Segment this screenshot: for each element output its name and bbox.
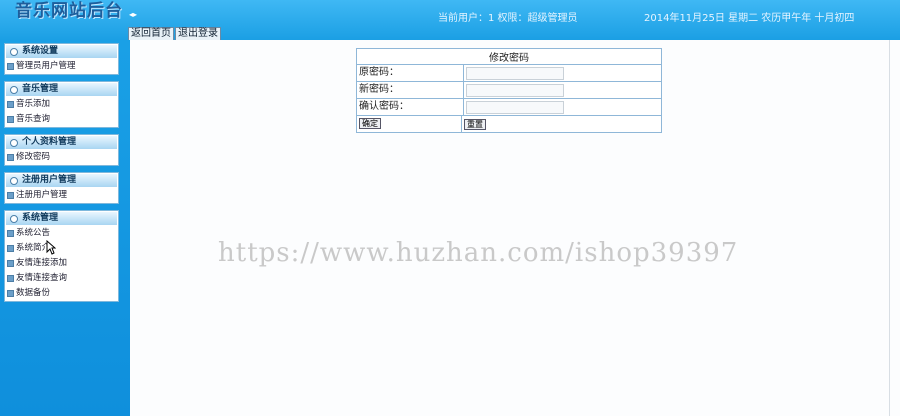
- sidebar-section-music: 音乐管理 音乐添加 音乐查询: [4, 81, 119, 128]
- circle-icon: [10, 138, 18, 147]
- submit-button[interactable]: 确定: [359, 118, 381, 129]
- sidebar-item-label: 音乐查询: [16, 114, 51, 124]
- date-info: 2014年11月25日 星期二 农历甲午年 十月初四: [644, 13, 855, 24]
- new-password-label: 新密码：: [357, 82, 464, 98]
- confirm-password-row: 确认密码：: [357, 98, 661, 115]
- sidebar-item-label: 修改密码: [16, 152, 51, 162]
- sidebar-section-header[interactable]: 个人资料管理: [6, 136, 117, 149]
- confirm-password-label: 确认密码：: [357, 99, 464, 115]
- sidebar-section-header[interactable]: 音乐管理: [6, 83, 117, 96]
- circle-icon: [10, 47, 18, 56]
- logout-button[interactable]: 退出登录: [175, 27, 221, 41]
- top-nav: 返回首页 退出登录: [128, 27, 222, 41]
- bullet-icon: [7, 192, 14, 199]
- circle-icon: [10, 214, 18, 223]
- sidebar-item-label: 系统简介: [16, 243, 51, 253]
- mouse-cursor-icon: [46, 240, 56, 255]
- bullet-icon: [7, 260, 14, 267]
- sidebar-item-label: 数据备份: [16, 288, 51, 298]
- sidebar-item-data-backup[interactable]: 数据备份: [5, 286, 118, 301]
- sidebar-item-label: 系统公告: [16, 228, 51, 238]
- sidebar-item-label: 音乐添加: [16, 99, 51, 109]
- collapse-toggle-icon[interactable]: ◂▸: [129, 10, 137, 19]
- sidebar-section-system-settings: 系统设置 管理员用户管理: [4, 43, 119, 75]
- sidebar-item-music-add[interactable]: 音乐添加: [5, 97, 118, 112]
- old-password-input[interactable]: [466, 66, 564, 80]
- bullet-icon: [7, 154, 14, 161]
- sidebar: 系统设置 管理员用户管理 音乐管理 音乐添加 音乐查询 个人资料管理 修改密码: [0, 40, 130, 416]
- current-user-info: 当前用户：1 权限：超级管理员: [438, 13, 578, 24]
- sidebar-item-label: 注册用户管理: [16, 190, 68, 200]
- bullet-icon: [7, 116, 14, 123]
- old-password-row: 原密码：: [357, 64, 661, 81]
- site-logo: 音乐网站后台: [15, 1, 123, 21]
- sidebar-section-header[interactable]: 系统设置: [6, 45, 117, 58]
- reset-button[interactable]: 重置: [464, 118, 486, 130]
- change-password-form: 修改密码 原密码： 新密码： 确认密码： 确定 重置: [356, 48, 662, 133]
- bullet-icon: [7, 230, 14, 237]
- section-title: 系统设置: [22, 46, 59, 56]
- sidebar-item-music-query[interactable]: 音乐查询: [5, 112, 118, 127]
- bullet-icon: [7, 290, 14, 297]
- main-content: 修改密码 原密码： 新密码： 确认密码： 确定 重置 https://www.h…: [130, 40, 900, 416]
- home-button[interactable]: 返回首页: [128, 27, 174, 41]
- circle-icon: [10, 85, 18, 94]
- new-password-input[interactable]: [466, 83, 564, 97]
- section-title: 个人资料管理: [22, 137, 77, 147]
- sidebar-item-announcement[interactable]: 系统公告: [5, 226, 118, 241]
- bullet-icon: [7, 63, 14, 70]
- old-password-label: 原密码：: [357, 65, 464, 81]
- top-header: 音乐网站后台 ◂▸ 返回首页 退出登录 当前用户：1 权限：超级管理员 2014…: [0, 0, 900, 41]
- new-password-row: 新密码：: [357, 81, 661, 98]
- section-title: 系统管理: [22, 213, 59, 223]
- sidebar-item-admin-users[interactable]: 管理员用户管理: [5, 59, 118, 74]
- section-title: 音乐管理: [22, 84, 59, 94]
- bullet-icon: [7, 275, 14, 282]
- sidebar-section-header[interactable]: 注册用户管理: [6, 174, 117, 187]
- sidebar-section-profile: 个人资料管理 修改密码: [4, 134, 119, 166]
- form-title: 修改密码: [489, 53, 529, 64]
- sidebar-section-system-admin: 系统管理 系统公告 系统简介 友情连接添加 友情连接查询 数据备份: [4, 210, 119, 302]
- section-title: 注册用户管理: [22, 175, 77, 185]
- bullet-icon: [7, 101, 14, 108]
- sidebar-section-registered-users: 注册用户管理 注册用户管理: [4, 172, 119, 204]
- watermark-text: https://www.huzhan.com/ishop39397: [218, 238, 739, 268]
- confirm-password-input[interactable]: [466, 100, 564, 114]
- sidebar-item-system-intro[interactable]: 系统简介: [5, 241, 118, 256]
- circle-icon: [10, 176, 18, 185]
- sidebar-item-label: 管理员用户管理: [16, 61, 76, 71]
- bullet-icon: [7, 245, 14, 252]
- form-actions-row: 确定 重置: [357, 115, 661, 132]
- sidebar-item-link-query[interactable]: 友情连接查询: [5, 271, 118, 286]
- sidebar-item-label: 友情连接添加: [16, 258, 68, 268]
- sidebar-item-registered-users[interactable]: 注册用户管理: [5, 188, 118, 203]
- sidebar-item-label: 友情连接查询: [16, 273, 68, 283]
- sidebar-item-change-password[interactable]: 修改密码: [5, 150, 118, 165]
- sidebar-section-header[interactable]: 系统管理: [6, 212, 117, 225]
- sidebar-item-link-add[interactable]: 友情连接添加: [5, 256, 118, 271]
